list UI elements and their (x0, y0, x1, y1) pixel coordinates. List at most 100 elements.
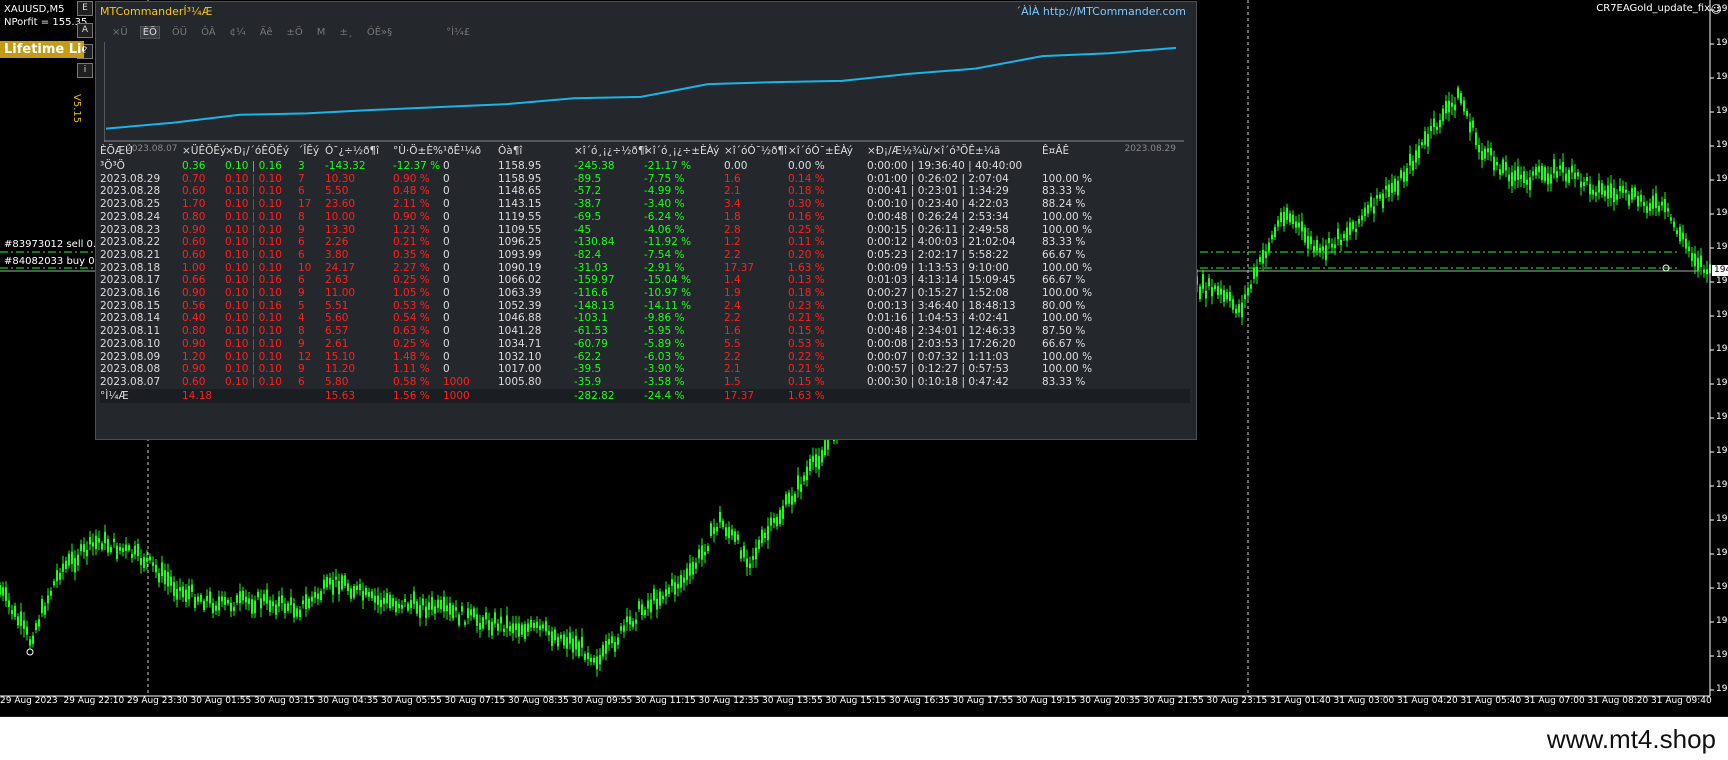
candle-body (800, 484, 802, 492)
candle-body (146, 557, 148, 562)
candle-body (224, 596, 226, 605)
candle-body (1628, 194, 1630, 206)
price-tick: 1941.30 (1716, 378, 1728, 388)
candle-body (1490, 147, 1492, 156)
price-tick: 1947.30 (1716, 106, 1728, 116)
candle-body (263, 594, 265, 602)
equity-curve-line (105, 46, 1177, 130)
candle-body (746, 558, 748, 568)
candle-body (572, 638, 574, 653)
mtcommander-stats-panel[interactable]: MTCommanderÍ³¼Æ ´ÀÌÀ http://MTCommander.… (95, 1, 1197, 440)
candle-body (407, 603, 409, 611)
candle-body (1577, 172, 1579, 177)
candle-body (1247, 287, 1249, 296)
price-tick: 1946.55 (1716, 140, 1728, 150)
order-line-label[interactable]: #83973012 sell 0.16 (4, 239, 109, 250)
candle-body (650, 599, 652, 613)
candle-body (104, 531, 106, 544)
candle-body (113, 538, 115, 542)
candle-body (596, 656, 598, 670)
panel-tab[interactable]: ÓÊ»§ (365, 27, 394, 38)
time-tick: 30 Aug 17:55 (952, 696, 1014, 706)
candle-body (314, 591, 316, 598)
table-cell: Ê¤ÂÊ (1042, 145, 1070, 157)
candle-body (503, 628, 505, 632)
candle-body (1691, 253, 1693, 261)
candle-body (1514, 170, 1516, 181)
ea-button[interactable]: E (77, 1, 93, 16)
panel-tab[interactable]: ±¸ (337, 27, 354, 38)
candle-body (1241, 302, 1243, 318)
candle-body (527, 623, 529, 632)
table-cell: -35.9 (574, 375, 602, 388)
candle-body (599, 654, 601, 665)
panel-tab[interactable]: °Ì¼£ (444, 27, 472, 38)
candle-body (785, 494, 787, 505)
panel-tab[interactable]: ÔÂ (199, 27, 218, 38)
candle-body (1601, 183, 1603, 195)
candle-body (1466, 110, 1468, 117)
candle-body (152, 562, 154, 566)
candle-body (725, 527, 727, 537)
candle-body (1391, 182, 1393, 193)
candle-body (1445, 101, 1447, 114)
table-cell: ×î´ó¸¡¿÷½ð¶î (574, 145, 648, 157)
candle-body (581, 637, 583, 648)
candle-body (1307, 236, 1309, 249)
panel-tab[interactable]: ÖÜ (170, 27, 189, 38)
candle-body (1463, 100, 1465, 112)
candle-body (575, 635, 577, 650)
candle-body (413, 591, 415, 604)
candle-body (611, 636, 613, 644)
candle-body (1502, 159, 1504, 174)
candle-body (449, 603, 451, 615)
candle-body (1253, 267, 1255, 279)
account-button[interactable]: A (77, 23, 93, 38)
candle-body (470, 609, 472, 616)
panel-tab[interactable]: Äê (258, 27, 275, 38)
candle-body (1568, 169, 1570, 183)
candle-body (1697, 258, 1699, 271)
candle-body (1679, 226, 1681, 242)
candle-body (479, 622, 481, 630)
current-price-badge: 1943.79 (1712, 265, 1728, 276)
candle-body (617, 637, 619, 645)
panel-tab[interactable]: ¢¼ (228, 27, 248, 38)
candle-body (50, 590, 52, 596)
table-cell: 0:00:30 | 0:10:18 | 0:47:42 (867, 375, 1009, 388)
candle-body (1574, 172, 1576, 179)
candle-body (77, 554, 79, 566)
candle-body (284, 603, 286, 614)
panel-tab[interactable]: ±Ö (285, 27, 305, 38)
panel-tab[interactable]: M (315, 27, 328, 38)
candle-body (791, 495, 793, 505)
candle-body (212, 602, 214, 614)
panel-tab[interactable]: ÈÕ (139, 26, 160, 39)
candle-body (1493, 156, 1495, 171)
candle-body (128, 545, 130, 551)
candle-body (1370, 196, 1372, 208)
candle-body (296, 608, 298, 617)
table-cell: 1.5 (724, 375, 741, 388)
time-tick: 29 Aug 22:10 (63, 696, 125, 706)
candle-body (185, 589, 187, 602)
candle-body (455, 607, 457, 611)
candle-body (275, 604, 277, 615)
candle-body (1328, 238, 1330, 243)
time-tick: 30 Aug 16:35 (889, 696, 950, 706)
candle-body (359, 584, 361, 591)
time-tick: 30 Aug 12:35 (698, 696, 760, 706)
price-tick: 1938.30 (1716, 514, 1728, 524)
candle-body (1355, 228, 1357, 233)
panel-tab[interactable]: ×Ü (110, 27, 130, 38)
table-header-row: ÈÕÆÚ ×ÜÊÖÊý ×Ð¡/´óÊÖÊý ´ÎÊý Ó¯¿÷½ð¶î °Ù·Ö±È% ¹… (100, 144, 1190, 158)
candle-body (1529, 177, 1531, 191)
candle-body (722, 520, 724, 528)
info-button[interactable]: i (77, 63, 93, 78)
watermark-bar: www.mt4.shop (0, 717, 1728, 760)
website-link[interactable]: ´ÀÌÀ http://MTCommander.com (1016, 5, 1186, 18)
candle-body (1199, 286, 1201, 300)
candle-body (1424, 131, 1426, 145)
candle-body (1316, 240, 1318, 251)
table-cell: ×ÜÊÖÊý (182, 145, 227, 157)
